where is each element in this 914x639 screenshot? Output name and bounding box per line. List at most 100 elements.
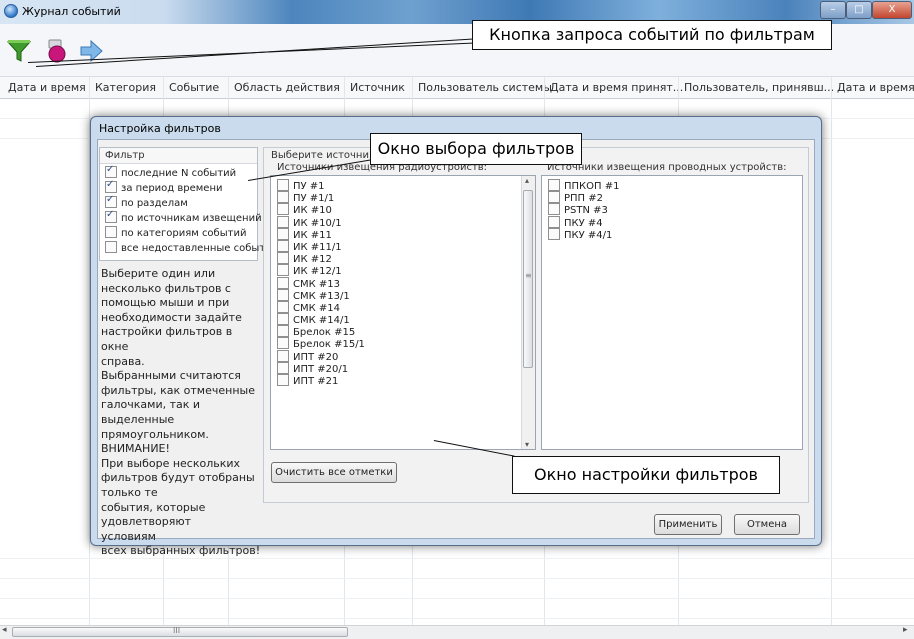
checkbox[interactable]: [277, 264, 289, 277]
checkbox[interactable]: [277, 191, 289, 204]
wired-source-item-label: ПКУ #4/1: [564, 229, 613, 241]
checkbox[interactable]: [548, 203, 560, 216]
checkbox[interactable]: [277, 313, 289, 326]
close-button[interactable]: X: [872, 1, 912, 19]
checkbox[interactable]: [548, 179, 560, 191]
checkbox[interactable]: [105, 209, 117, 223]
checkbox[interactable]: [277, 300, 289, 313]
filter-option[interactable]: за период времени: [105, 179, 278, 196]
radio-source-item-label: ИПТ #20: [293, 351, 339, 363]
checkbox[interactable]: [277, 337, 289, 350]
checkbox[interactable]: [105, 164, 117, 178]
wired-source-item[interactable]: РПП #2: [548, 191, 619, 204]
radio-source-item[interactable]: ПУ #1: [277, 179, 365, 192]
radio-source-item[interactable]: СМК #14/1: [277, 313, 365, 326]
radio-source-item[interactable]: ИК #10: [277, 203, 365, 216]
hint-line: Выберите один или: [101, 267, 216, 280]
checkbox[interactable]: [105, 226, 117, 238]
radio-source-item[interactable]: Брелок #15: [277, 325, 365, 338]
scroll-right-icon[interactable]: ▸: [903, 625, 908, 635]
wired-source-item[interactable]: PSTN #3: [548, 203, 619, 216]
radio-source-item[interactable]: ИК #10/1: [277, 215, 365, 229]
filter-list-panel: Фильтр последние N событий за период врем…: [99, 147, 278, 261]
wired-source-item[interactable]: ППКОП #1: [548, 179, 619, 192]
column-header[interactable]: Дата и время: [8, 81, 86, 94]
checkbox[interactable]: [277, 239, 289, 252]
radio-sources-items: ПУ #1 ПУ #1/1 ИК #10 ИК #10/1 ИК #11 ИК #11/1…: [277, 179, 365, 387]
radio-list-scrollbar[interactable]: ▴ ≡ ▾: [521, 176, 535, 449]
filter-option[interactable]: по разделам: [105, 194, 278, 211]
minimize-button[interactable]: –: [820, 1, 846, 19]
radio-sources-list[interactable]: ПУ #1 ПУ #1/1 ИК #10 ИК #10/1 ИК #11 ИК #11/1…: [270, 175, 536, 450]
column-header[interactable]: Событие: [169, 81, 219, 94]
checkbox[interactable]: [548, 191, 560, 204]
checkbox[interactable]: [277, 203, 289, 216]
checkbox[interactable]: [277, 227, 289, 240]
column-header[interactable]: Источник: [350, 81, 405, 94]
column-header[interactable]: Дата и время принят...: [550, 81, 683, 94]
filter-query-button[interactable]: [6, 38, 32, 64]
radio-source-item[interactable]: Брелок #15/1: [277, 337, 365, 351]
horizontal-scrollbar[interactable]: ◂ III ▸: [0, 625, 914, 639]
radio-source-item[interactable]: ИК #11: [277, 227, 365, 241]
filter-option[interactable]: по категориям событий: [105, 226, 278, 241]
checkbox[interactable]: [277, 179, 289, 191]
radio-source-item[interactable]: ИК #11/1: [277, 239, 365, 253]
apply-button[interactable]: Применить: [654, 514, 722, 535]
checkbox[interactable]: [277, 252, 289, 265]
scroll-left-icon[interactable]: ◂: [2, 625, 7, 635]
radio-source-item[interactable]: ИК #12: [277, 252, 365, 265]
scrollbar-thumb[interactable]: ≡: [523, 190, 533, 368]
checkbox[interactable]: [548, 215, 560, 228]
radio-source-item[interactable]: ИК #12/1: [277, 264, 365, 277]
radio-source-item[interactable]: ИПТ #20: [277, 349, 365, 363]
hint-line: настройки фильтров в окне: [101, 325, 233, 353]
wired-sources-header: Источники извещения проводных устройств:: [547, 162, 787, 173]
filter-option[interactable]: по источникам извещений: [105, 209, 278, 226]
filter-option-label: по источникам извещений: [121, 213, 262, 224]
hint-line: При выборе нескольких: [101, 456, 241, 470]
checkbox[interactable]: [277, 349, 289, 362]
filter-option[interactable]: все недоставленные события: [105, 241, 278, 256]
column-header[interactable]: Пользователь системы: [418, 81, 552, 94]
wired-source-item-label: ПКУ #4: [564, 217, 603, 229]
checkbox[interactable]: [277, 215, 289, 228]
checkbox[interactable]: [105, 194, 117, 208]
checkbox[interactable]: [277, 288, 289, 301]
checkbox[interactable]: [277, 361, 289, 374]
cancel-button[interactable]: Отмена: [734, 514, 800, 535]
wired-source-item[interactable]: ПКУ #4: [548, 215, 619, 229]
scroll-up-icon[interactable]: ▴: [525, 176, 529, 185]
hint-line: фильтров будут отобраны: [101, 471, 255, 485]
radio-source-item[interactable]: СМК #14: [277, 300, 365, 314]
hint-line: удовлетворяют: [101, 515, 192, 529]
radio-source-item[interactable]: СМК #13: [277, 276, 365, 290]
checkbox[interactable]: [548, 227, 560, 240]
radio-source-item[interactable]: ИПТ #21: [277, 374, 365, 387]
filter-hint-text: Выберите один или несколько фильтров с пом…: [101, 267, 261, 559]
checkbox[interactable]: [277, 325, 289, 338]
checkbox[interactable]: [277, 374, 289, 386]
clear-marks-button[interactable]: Очистить все отметки: [271, 462, 397, 483]
checkbox[interactable]: [105, 241, 117, 253]
column-header[interactable]: Пользователь, принявш...: [684, 81, 834, 94]
wired-sources-list[interactable]: ППКОП #1 РПП #2 PSTN #3 ПКУ #4 ПКУ #4/1: [541, 175, 803, 450]
dialog-title: Настройка фильтров: [99, 122, 221, 135]
column-header[interactable]: Категория: [95, 81, 156, 94]
hint-line: выделенные: [101, 412, 175, 426]
hint-line: необходимости задайте: [101, 310, 242, 324]
radio-source-item[interactable]: ИПТ #20/1: [277, 361, 365, 375]
scroll-down-icon[interactable]: ▾: [525, 440, 529, 449]
radio-source-item-label: ИК #10/1: [293, 217, 342, 229]
radio-source-item[interactable]: ПУ #1/1: [277, 191, 365, 204]
column-header[interactable]: Дата и время: [837, 81, 914, 94]
checkbox[interactable]: [105, 179, 117, 193]
radio-source-item[interactable]: СМК #13/1: [277, 288, 365, 302]
column-header[interactable]: Область действия: [234, 81, 340, 94]
checkbox[interactable]: [277, 276, 289, 289]
scrollbar-thumb[interactable]: III: [12, 626, 348, 637]
wired-source-item[interactable]: ПКУ #4/1: [548, 227, 619, 241]
maximize-button[interactable]: □: [846, 1, 872, 19]
annotation-filter-select: Окно выбора фильтров: [370, 133, 582, 165]
radio-source-item-label: Брелок #15/1: [293, 339, 365, 351]
